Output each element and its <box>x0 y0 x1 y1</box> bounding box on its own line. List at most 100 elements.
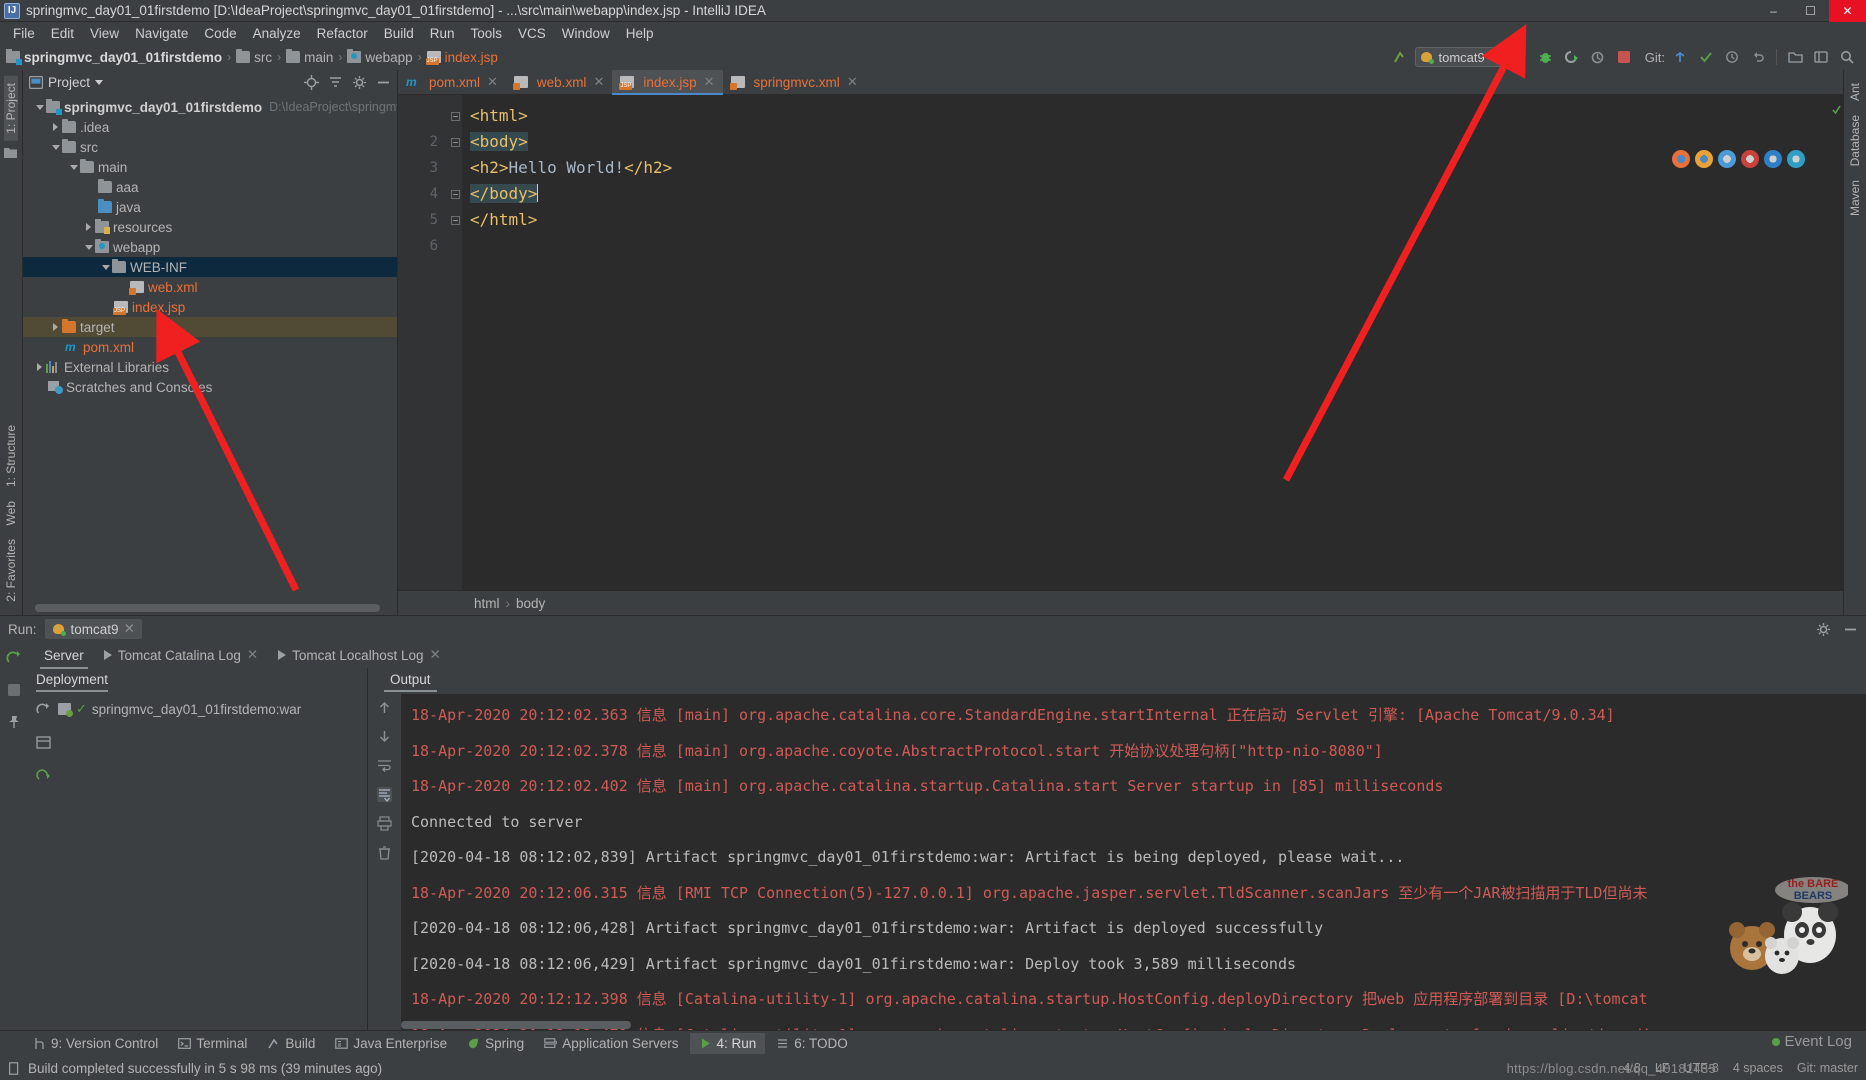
rerun-icon[interactable] <box>6 650 22 666</box>
arrow-up-icon[interactable] <box>377 700 392 715</box>
close-icon[interactable]: ✕ <box>704 74 715 90</box>
tree-node-webxml[interactable]: web.xml <box>23 277 397 297</box>
twisty-icon[interactable] <box>33 363 46 371</box>
close-icon[interactable]: ✕ <box>430 647 441 663</box>
menu-view[interactable]: View <box>82 24 127 43</box>
locate-icon[interactable] <box>304 75 319 90</box>
menu-refactor[interactable]: Refactor <box>309 24 376 43</box>
stop-icon[interactable] <box>6 682 22 698</box>
code-content[interactable]: <html> <body> <h2>Hello World!</h2> </bo… <box>462 95 1829 590</box>
tree-node-java[interactable]: java <box>23 197 397 217</box>
project-horizontal-scrollbar[interactable] <box>35 604 390 612</box>
breadcrumb-item-indexjsp[interactable]: index.jsp <box>445 50 498 65</box>
tree-node-aaa[interactable]: aaa <box>23 177 397 197</box>
tree-node-webinf[interactable]: WEB-INF <box>23 257 397 277</box>
pin-icon[interactable] <box>6 714 22 730</box>
sidebar-item-maven[interactable]: Maven <box>1848 173 1862 223</box>
toolwindow-run[interactable]: 4: Run <box>689 1033 766 1054</box>
gear-icon[interactable] <box>352 75 367 90</box>
indent-setting[interactable]: 4 spaces <box>1733 1061 1783 1075</box>
twisty-icon[interactable] <box>49 144 62 150</box>
run-configuration-selector[interactable]: tomcat9 <box>1414 47 1505 67</box>
tree-node-webapp[interactable]: webapp <box>23 237 397 257</box>
collapse-all-icon[interactable] <box>328 75 343 90</box>
tree-node-src[interactable]: src <box>23 137 397 157</box>
twisty-icon[interactable] <box>82 223 95 231</box>
subtab-tomcat-catalina-log[interactable]: Tomcat Catalina Log ✕ <box>94 644 268 666</box>
toolwindow-spring[interactable]: Spring <box>458 1033 533 1054</box>
console-output[interactable]: 18-Apr-2020 20:12:02.363 信息 [main] org.a… <box>401 694 1866 1030</box>
tree-node-main[interactable]: main <box>23 157 397 177</box>
tree-node-resources[interactable]: resources <box>23 217 397 237</box>
twisty-icon[interactable] <box>33 104 46 110</box>
close-icon[interactable]: ✕ <box>593 74 604 90</box>
tab-springmvc-xml[interactable]: springmvc.xml ✕ <box>723 70 866 94</box>
sidebar-item-structure[interactable]: 1: Structure <box>4 418 18 494</box>
menu-help[interactable]: Help <box>618 24 662 43</box>
close-icon[interactable]: ✕ <box>247 647 258 663</box>
menu-build[interactable]: Build <box>376 24 422 43</box>
toolwindow-java-enterprise[interactable]: Java Enterprise <box>326 1033 456 1054</box>
rollback-icon[interactable] <box>1747 46 1769 68</box>
fold-toggle[interactable] <box>448 207 462 233</box>
chrome-icon[interactable] <box>1672 150 1690 168</box>
minimize-button[interactable]: – <box>1755 0 1792 22</box>
menu-tools[interactable]: Tools <box>463 24 511 43</box>
toolwindow-terminal[interactable]: Terminal <box>169 1033 256 1054</box>
fold-toggle[interactable] <box>448 181 462 207</box>
fold-toggle[interactable] <box>448 103 462 129</box>
scroll-to-end-icon[interactable] <box>377 787 392 802</box>
console-horizontal-scrollbar[interactable] <box>401 1021 631 1029</box>
menu-edit[interactable]: Edit <box>43 24 82 43</box>
breadcrumb-item-src[interactable]: src <box>254 50 272 65</box>
close-icon[interactable]: ✕ <box>847 74 858 90</box>
firefox-icon[interactable] <box>1695 150 1713 168</box>
hide-icon[interactable] <box>1843 622 1858 637</box>
folder-open-icon[interactable] <box>1784 46 1806 68</box>
run-with-coverage-icon[interactable] <box>1561 46 1583 68</box>
tree-node-project[interactable]: springmvc_day01_01firstdemo D:\IdeaProje… <box>23 97 397 117</box>
fold-toggle[interactable] <box>448 129 462 155</box>
sidebar-item-project[interactable]: 1: Project <box>4 76 18 141</box>
commit-icon[interactable] <box>1695 46 1717 68</box>
subtab-server[interactable]: Server <box>34 645 94 669</box>
event-log-indicator[interactable]: Event Log <box>1772 1033 1852 1050</box>
arrow-down-icon[interactable] <box>377 729 392 744</box>
twisty-icon[interactable] <box>67 164 80 170</box>
close-button[interactable]: ✕ <box>1829 0 1866 22</box>
deployment-artifact-row[interactable]: ✓ springmvc_day01_01firstdemo:war <box>58 701 367 717</box>
twisty-icon[interactable] <box>49 123 62 131</box>
stop-icon[interactable] <box>1613 46 1635 68</box>
twisty-icon[interactable] <box>99 264 112 270</box>
tree-node-idea[interactable]: .idea <box>23 117 397 137</box>
tree-node-scratches[interactable]: Scratches and Consoles <box>23 377 397 397</box>
sidebar-item-ant[interactable]: Ant <box>1848 76 1862 108</box>
ie-icon[interactable] <box>1764 150 1782 168</box>
menu-navigate[interactable]: Navigate <box>127 24 196 43</box>
toolwindow-version-control[interactable]: 9: Version Control <box>24 1033 167 1054</box>
close-icon[interactable]: ✕ <box>487 74 498 90</box>
chevron-down-icon[interactable] <box>95 80 104 85</box>
code-editor[interactable]: 2 3 4 5 6 <html> <body> <h2>Hello World!… <box>398 95 1843 590</box>
tab-deployment[interactable]: Deployment <box>36 672 109 692</box>
history-icon[interactable] <box>1721 46 1743 68</box>
tree-node-indexjsp[interactable]: index.jsp <box>23 297 397 317</box>
redeploy-icon[interactable] <box>35 768 51 783</box>
menu-analyze[interactable]: Analyze <box>245 24 309 43</box>
layout-icon[interactable] <box>35 735 51 750</box>
close-icon[interactable]: ✕ <box>124 621 135 637</box>
git-branch[interactable]: Git: master <box>1797 1061 1858 1075</box>
toolwindow-todo[interactable]: 6: TODO <box>767 1033 857 1054</box>
code-folding-gutter[interactable] <box>448 95 462 590</box>
menu-file[interactable]: File <box>5 24 43 43</box>
sidebar-item-favorites[interactable]: 2: Favorites <box>4 532 18 609</box>
trash-icon[interactable] <box>377 845 392 860</box>
tab-output[interactable]: Output <box>384 672 436 692</box>
menu-run[interactable]: Run <box>422 24 463 43</box>
print-icon[interactable] <box>377 816 392 831</box>
search-everywhere-icon[interactable] <box>1836 46 1858 68</box>
profiler-icon[interactable] <box>1587 46 1609 68</box>
run-config-tab[interactable]: tomcat9 ✕ <box>44 619 142 639</box>
editor-marker-bar[interactable] <box>1829 95 1843 590</box>
twisty-icon[interactable] <box>82 244 95 250</box>
